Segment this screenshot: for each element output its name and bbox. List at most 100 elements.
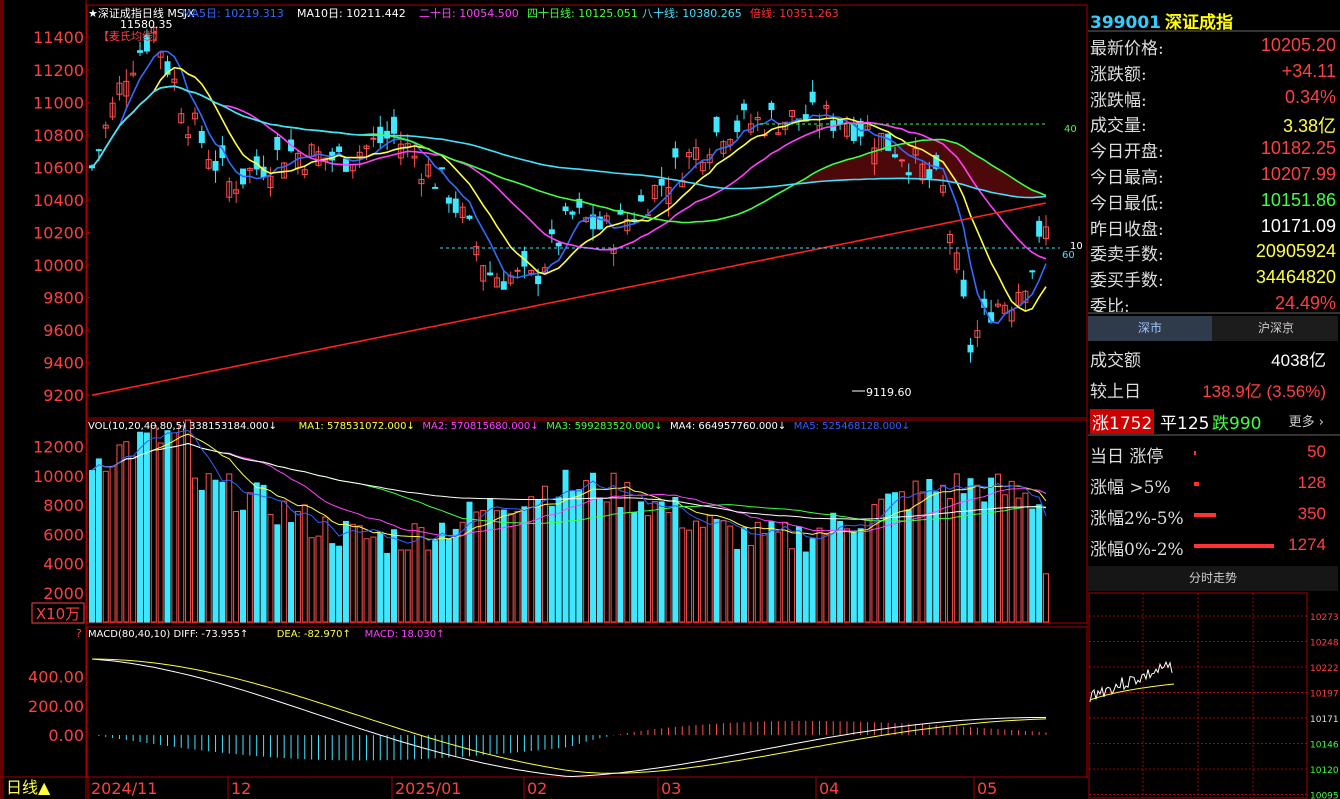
intraday-tick: 10197 <box>1310 690 1339 700</box>
volume-bar <box>541 485 548 623</box>
volume-bar <box>692 520 699 623</box>
volume-bar <box>658 501 665 623</box>
volume-bar <box>1043 573 1049 623</box>
volume-bar <box>590 472 597 623</box>
volume-tick: 10000 <box>33 467 84 486</box>
price-tick: 9400 <box>43 354 84 373</box>
kline-chart-area[interactable]: 11400 11200 11000 10800 10600 10400 10200 10000… <box>0 0 1088 799</box>
volume-bar <box>452 528 459 623</box>
price-tick: 9600 <box>43 321 84 340</box>
decline-count: 跌990 <box>1212 414 1262 434</box>
volume-bar <box>459 521 466 623</box>
period-button[interactable]: 日线▲ <box>6 778 51 797</box>
volume-bar <box>850 530 857 623</box>
volume-bar <box>761 533 768 623</box>
quote-value: +34.11 <box>1281 60 1336 81</box>
intraday-tick: 10222 <box>1310 664 1339 674</box>
volume-bar <box>720 519 727 623</box>
x-axis-label: 2025/01 <box>395 779 461 798</box>
quote-value: 34464820 <box>1255 267 1336 288</box>
volume-bar <box>946 497 953 623</box>
volume-bar <box>487 498 494 623</box>
candle-body <box>466 215 473 219</box>
volume-legend-item: MA2: 570815680.000↓ <box>422 421 538 432</box>
volume-bar <box>191 477 198 623</box>
macd-tick: 0.00 <box>48 726 84 745</box>
candle-body <box>713 116 720 133</box>
quote-label: 委买手数: <box>1090 271 1164 292</box>
volume-bar <box>226 473 233 623</box>
more-link[interactable]: 更多 › <box>1289 411 1324 430</box>
formula-tag: 【麦氏均线】 <box>98 29 164 43</box>
volume-bar <box>624 481 631 623</box>
limit-stat-label: 涨幅 >5% <box>1090 478 1171 498</box>
quote-row: 今日最高: 10207.99 <box>1088 161 1338 188</box>
volume-bar <box>89 469 95 623</box>
volume-bar <box>706 515 713 623</box>
turnover-row: 成交额 4038亿 <box>1088 346 1338 372</box>
macd-legend-item: MACD(80,40,10) DIFF: -73.955↑ <box>88 629 248 640</box>
volume-tick: 8000 <box>43 496 84 515</box>
volume-bar <box>603 501 610 623</box>
volume-bar <box>301 504 308 623</box>
volume-bar <box>843 528 850 623</box>
volume-bar <box>857 528 864 623</box>
candle-body <box>1036 220 1043 237</box>
volume-legend-item: MA5: 525468128.000↓ <box>794 421 910 432</box>
turnover-label: 成交额 <box>1090 351 1141 371</box>
volume-bar <box>322 516 329 623</box>
candle-body <box>500 281 507 290</box>
x-axis-label: 04 <box>819 779 839 798</box>
mark-60-label: 60 <box>1062 250 1075 261</box>
volume-bar <box>267 513 274 623</box>
market-tabs: 深市 沪深京 <box>1088 316 1338 341</box>
tab-all-markets[interactable]: 沪深京 <box>1214 316 1338 341</box>
volume-tick: 4000 <box>43 555 84 574</box>
volume-ma-line <box>91 433 1047 541</box>
quote-label: 今日最高: <box>1090 168 1164 188</box>
limit-stat-bar <box>1194 482 1199 486</box>
price-tick: 10400 <box>33 191 84 210</box>
intraday-tick: 10120 <box>1310 766 1339 776</box>
volume-bar <box>1022 492 1029 623</box>
limit-stat-bar <box>1194 451 1196 455</box>
candle-body <box>198 130 205 143</box>
ma-line <box>91 50 1047 325</box>
candle-body <box>370 137 377 140</box>
candle-body <box>487 272 494 276</box>
intraday-chart[interactable]: 10273 10248 10222 10197 10171 10146 10120 10095 <box>1088 566 1340 799</box>
volume-bar <box>150 424 157 623</box>
volume-bar <box>830 512 837 623</box>
candle-body <box>672 148 679 158</box>
volume-bar <box>802 551 809 623</box>
volume-bar <box>974 484 981 623</box>
volume-bar <box>638 501 645 623</box>
macd-tick: 200.00 <box>28 697 84 716</box>
volume-bar <box>754 521 761 623</box>
volume-bar <box>130 455 137 623</box>
volume-bar <box>919 491 926 623</box>
volume-bar <box>466 501 473 623</box>
volume-bar <box>864 519 871 623</box>
volume-bar <box>102 470 109 623</box>
tab-shenzhen[interactable]: 深市 <box>1088 316 1212 341</box>
volume-tick: 2000 <box>43 584 84 603</box>
x-axis-label: 12 <box>231 779 251 798</box>
intraday-tick: 10171 <box>1310 715 1339 725</box>
candle-body <box>535 275 542 285</box>
price-tick: 10000 <box>33 256 84 275</box>
volume-bar <box>480 510 487 623</box>
candle-body <box>548 229 555 235</box>
candle-body <box>336 146 343 153</box>
limit-stat-bar <box>1194 544 1274 548</box>
volume-bar <box>185 419 192 623</box>
macd-help-icon: ? <box>76 627 82 640</box>
volume-bar <box>329 543 336 623</box>
price-tick: 9800 <box>43 289 84 308</box>
volume-bar <box>555 496 562 623</box>
quote-label: 涨跌额: <box>1090 64 1147 85</box>
volume-bar <box>699 526 706 623</box>
volume-bar <box>212 479 219 623</box>
quote-row: 最新价格: 10205.20 <box>1088 32 1338 59</box>
volume-bar <box>960 493 967 623</box>
